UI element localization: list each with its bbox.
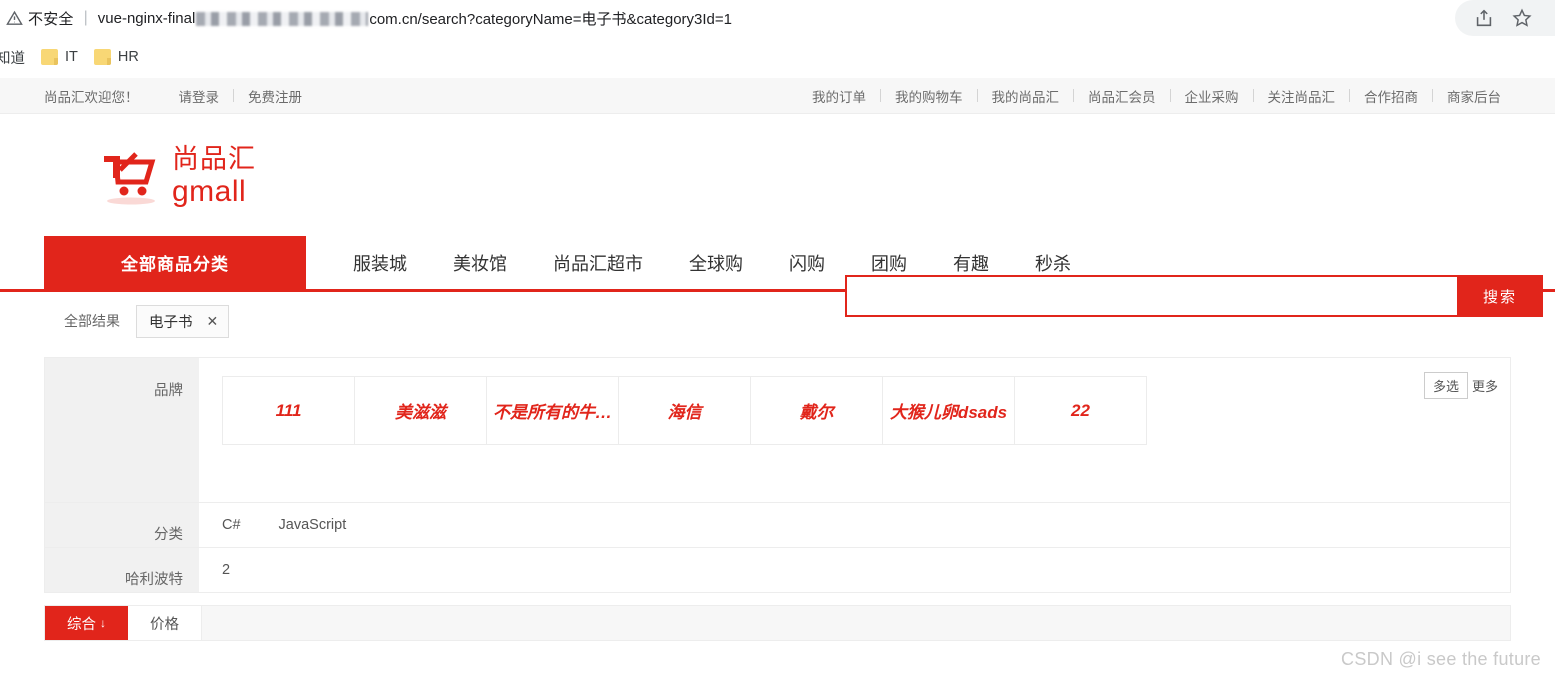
- more-button[interactable]: 更多: [1470, 372, 1498, 395]
- browser-chrome: 不安全 | vue-nginx-final com.cn/search?cate…: [0, 0, 1555, 78]
- welcome-text: 尚品汇欢迎您！: [44, 89, 139, 105]
- topbar-link-enterprise[interactable]: 企业采购: [1171, 86, 1253, 106]
- brand-option[interactable]: 美滋滋: [355, 377, 487, 445]
- search-button[interactable]: 搜索: [1457, 275, 1543, 317]
- sort-bar: 综合 ↓ 价格: [44, 605, 1511, 641]
- url-suffix: com.cn/search?categoryName=电子书&category3…: [369, 10, 733, 28]
- search-input[interactable]: [845, 275, 1457, 317]
- register-link[interactable]: 免费注册: [234, 86, 316, 106]
- bookmark-label: HR: [117, 49, 139, 65]
- nav-item-groupbuy[interactable]: 团购: [848, 250, 930, 276]
- sort-tab-comprehensive[interactable]: 综合 ↓: [45, 606, 128, 640]
- logo-text-en: gmall: [172, 175, 247, 208]
- utility-topbar: 尚品汇欢迎您！ 请登录 免费注册 我的订单 我的购物车 我的尚品汇 尚品汇会员 …: [0, 78, 1555, 114]
- category-option[interactable]: C#: [222, 517, 279, 533]
- url-prefix: vue-nginx-final: [97, 9, 196, 27]
- brand-option[interactable]: 22: [1015, 377, 1147, 445]
- bookmarks-bar: 知道 IT HR: [0, 36, 1555, 78]
- nav-item-fuzhuangcheng[interactable]: 服装城: [330, 250, 430, 276]
- share-icon[interactable]: [1473, 7, 1495, 29]
- category-option[interactable]: JavaScript: [279, 517, 385, 533]
- folder-icon: [93, 49, 111, 65]
- brand-option[interactable]: 海信: [619, 377, 751, 445]
- harry-potter-options: 2: [222, 562, 1500, 578]
- filter-row-body: 111 美滋滋 不是所有的牛… 海信 戴尔 大猴儿卵dsads 22 多选 更多: [200, 358, 1510, 502]
- topbar-right: 我的订单 我的购物车 我的尚品汇 尚品汇会员 企业采购 关注尚品汇 合作招商 商…: [812, 86, 1555, 106]
- bookmark-folder-it[interactable]: IT: [33, 45, 86, 69]
- filter-row-label: 哈利波特: [45, 548, 200, 592]
- filter-tag-label: 电子书: [149, 314, 193, 331]
- brand-option[interactable]: 戴尔: [751, 377, 883, 445]
- filter-tag-ebook[interactable]: 电子书 ✕: [136, 304, 230, 338]
- address-bar-url[interactable]: vue-nginx-final com.cn/search?categoryNa…: [98, 8, 732, 29]
- url-redacted-block: [196, 12, 369, 26]
- nav-item-meizhuangguan[interactable]: 美妆馆: [430, 250, 530, 276]
- harry-potter-option[interactable]: 2: [222, 562, 268, 578]
- bookmark-item-zhidao[interactable]: 知道: [0, 43, 33, 72]
- watermark: CSDN @i see the future: [1341, 649, 1541, 669]
- topbar-link-my-gmall[interactable]: 我的尚品汇: [978, 86, 1074, 106]
- search-bar: 搜索: [845, 275, 1543, 317]
- nav-item-flashsale[interactable]: 闪购: [766, 250, 848, 276]
- filter-panel: 品牌 111 美滋滋 不是所有的牛… 海信 戴尔 大猴儿卵dsads 22 多选…: [44, 357, 1511, 593]
- close-icon[interactable]: ✕: [207, 314, 219, 328]
- brand-option[interactable]: 111: [223, 377, 355, 445]
- filter-row-label: 品牌: [45, 358, 200, 502]
- filter-row-body: C# JavaScript: [200, 503, 1510, 547]
- bookmark-folder-hr[interactable]: HR: [86, 45, 147, 69]
- folder-icon: [41, 49, 58, 65]
- login-link[interactable]: 请登录: [165, 86, 234, 106]
- brand-row-actions: 多选 更多: [1423, 372, 1498, 399]
- topbar-link-membership[interactable]: 尚品汇会员: [1074, 86, 1170, 106]
- nav-item-supermarket[interactable]: 尚品汇超市: [530, 250, 666, 276]
- not-secure-label: 不安全: [28, 10, 74, 28]
- filter-row-harry-potter: 哈利波特 2: [45, 548, 1510, 593]
- logo-text: 尚品汇 gmall: [172, 146, 256, 207]
- breadcrumb-all-results[interactable]: 全部结果: [64, 311, 120, 331]
- topbar-link-partner[interactable]: 合作招商: [1350, 86, 1432, 106]
- nav-item-fun[interactable]: 有趣: [930, 250, 1012, 276]
- topbar-link-my-orders[interactable]: 我的订单: [812, 86, 880, 106]
- bookmark-label: IT: [65, 49, 78, 65]
- brand-option[interactable]: 不是所有的牛…: [487, 377, 619, 445]
- all-categories-button[interactable]: 全部商品分类: [44, 236, 306, 289]
- shopping-cart-icon: [100, 148, 162, 206]
- filter-row-brand: 品牌 111 美滋滋 不是所有的牛… 海信 戴尔 大猴儿卵dsads 22 多选…: [45, 358, 1510, 503]
- page-root: 不安全 | vue-nginx-final com.cn/search?cate…: [0, 0, 1555, 676]
- topbar-link-my-cart[interactable]: 我的购物车: [881, 86, 977, 106]
- omnibox[interactable]: 不安全 | vue-nginx-final com.cn/search?cate…: [0, 0, 1555, 36]
- multi-select-button[interactable]: 多选: [1423, 372, 1468, 399]
- not-secure-warning-icon: [6, 10, 23, 27]
- star-icon[interactable]: [1511, 7, 1533, 29]
- topbar-left: 尚品汇欢迎您！ 请登录 免费注册: [0, 86, 316, 106]
- nav-item-global[interactable]: 全球购: [666, 250, 766, 276]
- search-results-panel: 全部结果 电子书 ✕ 品牌 111 美滋滋 不是所有的牛… 海信 戴尔 大猴儿卵…: [0, 292, 1555, 641]
- topbar-link-follow[interactable]: 关注尚品汇: [1254, 86, 1350, 106]
- filter-row-label: 分类: [45, 503, 200, 547]
- filter-row-category: 分类 C# JavaScript: [45, 503, 1510, 548]
- site-header: 尚品汇 gmall 搜索: [0, 114, 1555, 317]
- logo-text-cn: 尚品汇: [172, 144, 256, 174]
- sort-tab-label: 价格: [150, 616, 179, 633]
- sort-arrow-down-icon: ↓: [100, 616, 106, 630]
- bookmark-label: 知道: [0, 50, 25, 67]
- category-options: C# JavaScript: [222, 517, 1500, 533]
- sort-tab-label: 综合: [67, 616, 96, 633]
- filter-row-body: 2: [200, 548, 1510, 592]
- brand-option-grid: 111 美滋滋 不是所有的牛… 海信 戴尔 大猴儿卵dsads 22: [222, 376, 1147, 445]
- omnibox-actions: [1455, 0, 1555, 36]
- topbar-link-merchant-admin[interactable]: 商家后台: [1433, 86, 1515, 106]
- brand-option[interactable]: 大猴儿卵dsads: [883, 377, 1015, 445]
- site-content: 尚品汇欢迎您！ 请登录 免费注册 我的订单 我的购物车 我的尚品汇 尚品汇会员 …: [0, 78, 1555, 641]
- nav-item-seckill[interactable]: 秒杀: [1012, 250, 1094, 276]
- omnibox-divider: |: [83, 9, 88, 26]
- site-logo[interactable]: 尚品汇 gmall: [100, 146, 256, 207]
- sort-tab-price[interactable]: 价格: [128, 606, 202, 640]
